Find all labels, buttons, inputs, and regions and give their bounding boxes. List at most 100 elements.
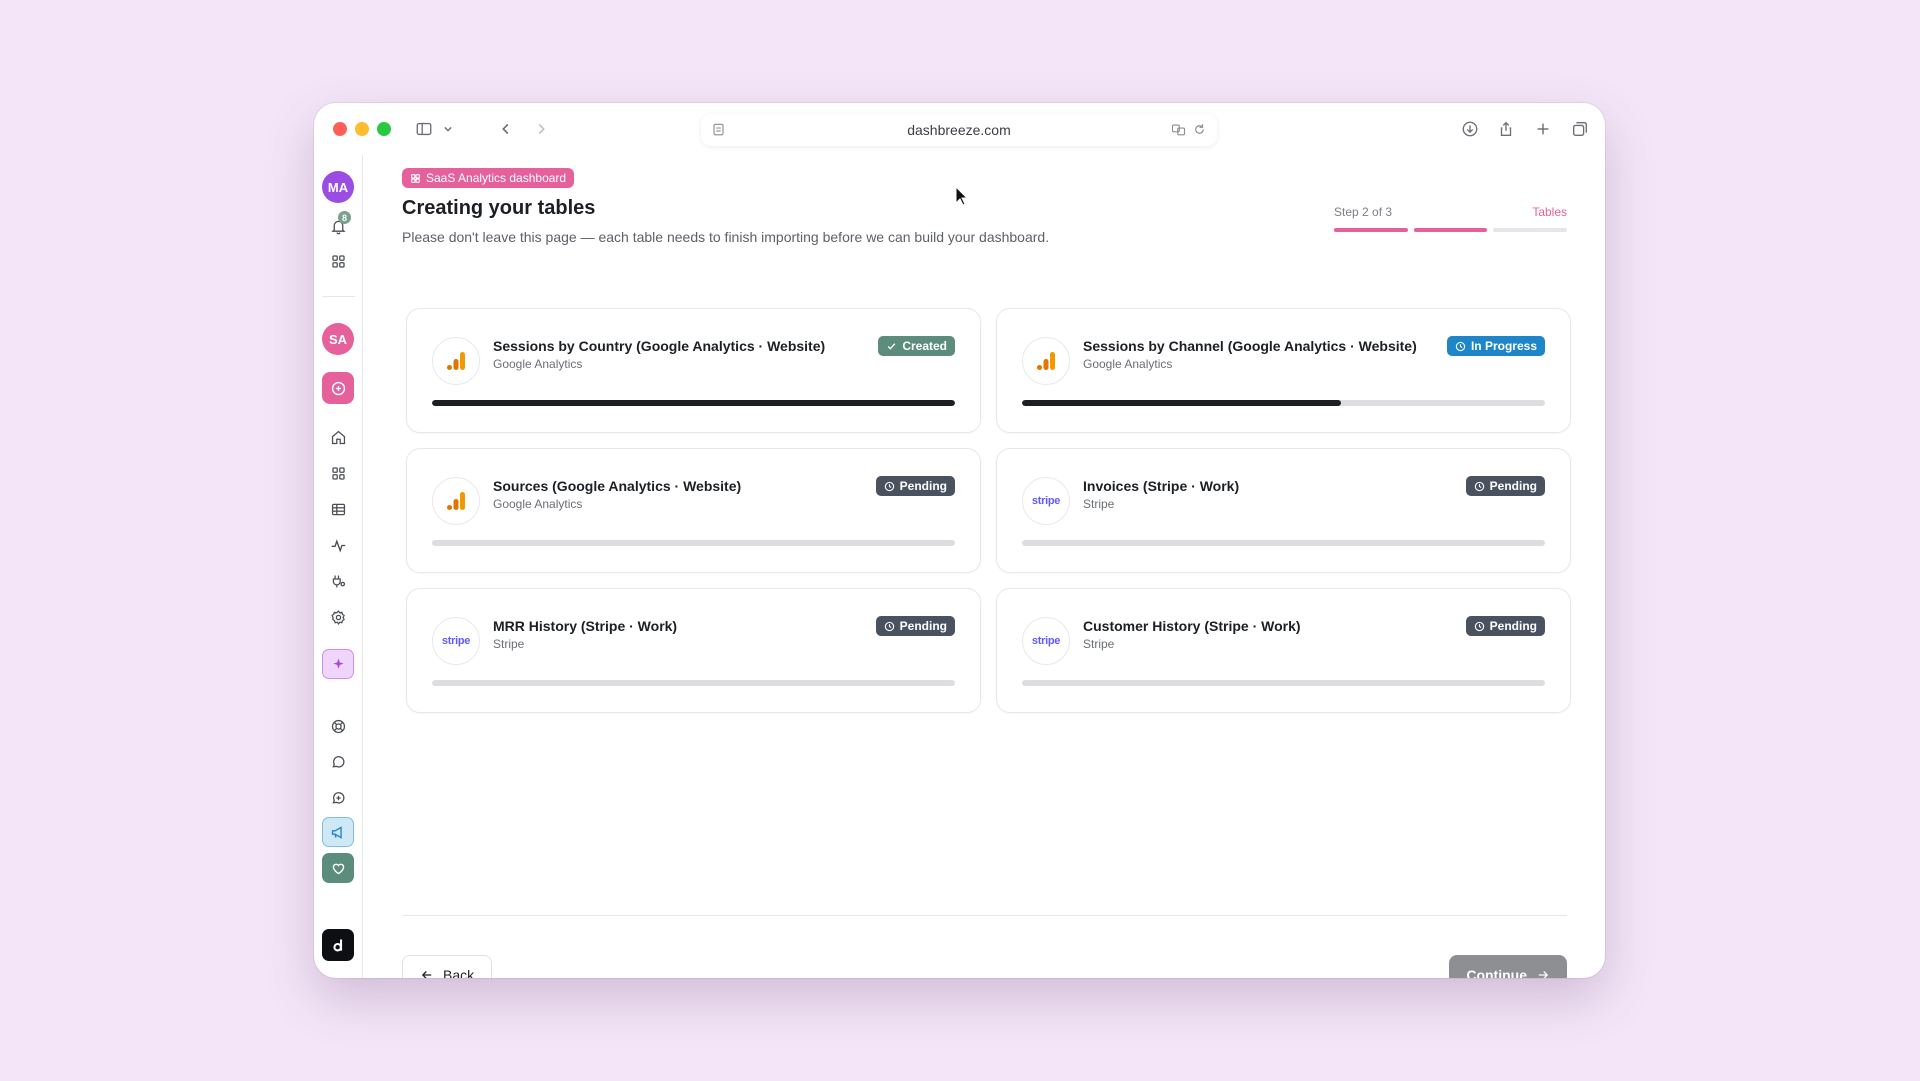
import-progress-bar (432, 680, 955, 686)
back-button[interactable]: Back (402, 955, 493, 978)
downloads-button[interactable] (1458, 117, 1482, 141)
feedback-nav-item[interactable] (321, 782, 355, 814)
user-avatar[interactable]: MA (322, 171, 354, 203)
metrics-nav-item[interactable] (321, 529, 355, 561)
translate-icon[interactable] (1171, 122, 1186, 137)
integrations-nav-item[interactable] (321, 565, 355, 597)
clock-icon (884, 481, 894, 491)
status-badge-in-progress: In Progress (1446, 336, 1545, 356)
clock-icon (1455, 341, 1466, 351)
forward-nav-button[interactable] (529, 117, 553, 141)
chat-nav-item[interactable] (321, 746, 355, 778)
page-subtitle: Please don't leave this page — each tabl… (402, 229, 1050, 245)
table-import-card: Sessions by Country (Google Analytics · … (406, 308, 981, 433)
minimize-window-button[interactable] (355, 122, 369, 136)
google-analytics-icon (447, 492, 465, 510)
home-nav-item[interactable] (321, 421, 355, 453)
table-import-card: stripe MRR History (Stripe · Work) Strip… (406, 588, 981, 713)
main-content: SaaS Analytics dashboard Creating your t… (402, 155, 1571, 978)
chevron-right-icon (538, 123, 545, 135)
table-import-card: Sessions by Channel (Google Analytics · … (996, 308, 1571, 433)
table-source: Stripe (493, 637, 525, 651)
workspace-avatar[interactable]: SA (322, 323, 354, 355)
stripe-icon: stripe (1031, 635, 1061, 647)
step-bars (1334, 228, 1568, 232)
help-nav-item[interactable] (321, 710, 355, 742)
sparkles-icon (332, 658, 344, 669)
stripe-icon: stripe (441, 635, 471, 647)
plus-icon (1537, 123, 1549, 135)
page-menu-icon[interactable] (711, 122, 726, 140)
step-bar (1413, 228, 1488, 232)
ai-assistant-button[interactable] (322, 649, 354, 679)
source-logo: stripe (1022, 477, 1070, 525)
status-badge-pending: Pending (875, 616, 955, 636)
tab-group-dropdown-button[interactable] (440, 117, 456, 141)
dashboards-nav-item[interactable] (321, 457, 355, 489)
source-logo (432, 337, 480, 385)
chat-bubble-icon (331, 755, 344, 768)
back-nav-button[interactable] (494, 117, 518, 141)
google-analytics-icon (1037, 352, 1055, 370)
close-window-button[interactable] (333, 122, 347, 136)
gear-icon (330, 609, 345, 625)
table-source: Google Analytics (1083, 357, 1173, 371)
source-logo (432, 477, 480, 525)
app-logo[interactable] (322, 929, 354, 961)
check-icon (888, 342, 896, 350)
arrow-left-icon (421, 971, 432, 978)
tables-nav-item[interactable] (321, 493, 355, 525)
share-button[interactable] (1494, 117, 1518, 141)
mouse-cursor (955, 186, 969, 206)
clock-icon (1474, 481, 1484, 491)
continue-button[interactable]: Continue (1449, 955, 1567, 978)
clock-icon (884, 621, 894, 631)
sidebar-toggle-button[interactable] (410, 117, 438, 141)
table-title: Sessions by Country (Google Analytics · … (493, 338, 826, 354)
step-progress: Step 2 of 3 Tables (1334, 205, 1568, 232)
tab-overview-button[interactable] (1568, 117, 1592, 141)
create-new-button[interactable] (322, 372, 354, 404)
table-title: MRR History (Stripe · Work) (493, 618, 678, 634)
import-progress-bar (1022, 680, 1545, 686)
status-badge-pending: Pending (1465, 476, 1545, 496)
table-title: Customer History (Stripe · Work) (1083, 618, 1301, 634)
table-import-card: Sources (Google Analytics · Website) Goo… (406, 448, 981, 573)
home-icon (331, 430, 345, 444)
table-import-card: stripe Invoices (Stripe · Work) Stripe P… (996, 448, 1571, 573)
announcements-button[interactable] (322, 817, 354, 847)
arrow-right-icon (1538, 971, 1549, 978)
settings-nav-item[interactable] (321, 601, 355, 633)
apps-button[interactable] (321, 245, 355, 277)
step-bar (1334, 228, 1408, 232)
reload-icon[interactable] (1192, 122, 1207, 137)
favorites-button[interactable] (322, 853, 354, 883)
browser-window: dashbreeze.com MA 8 SA SaaS Analytics da… (314, 103, 1605, 978)
table-source: Stripe (1083, 497, 1115, 511)
import-progress-bar (1022, 540, 1545, 546)
dashboard-template-tag: SaaS Analytics dashboard (402, 168, 575, 188)
message-plus-icon (331, 791, 344, 804)
lifebuoy-icon (331, 719, 345, 733)
table-source: Stripe (1083, 637, 1115, 651)
share-icon (1500, 121, 1512, 136)
notifications-button[interactable]: 8 (321, 210, 355, 242)
maximize-window-button[interactable] (377, 122, 391, 136)
new-tab-button[interactable] (1531, 117, 1555, 141)
plug-icon (332, 575, 345, 587)
dashboard-icon (411, 173, 420, 183)
import-progress-bar (432, 400, 955, 406)
import-progress-bar (1022, 400, 1545, 406)
notification-count-badge: 8 (338, 211, 351, 224)
step-name: Tables (1532, 205, 1567, 219)
heart-icon (332, 863, 344, 874)
step-bar (1493, 228, 1568, 232)
download-icon (1462, 121, 1478, 137)
address-url: dashbreeze.com (907, 122, 1011, 138)
status-badge-pending: Pending (875, 476, 955, 496)
table-icon (331, 503, 345, 515)
table-source: Google Analytics (493, 357, 583, 371)
page-title: Creating your tables (402, 197, 596, 219)
address-bar[interactable]: dashbreeze.com (701, 114, 1217, 146)
import-progress-fill (1022, 400, 1342, 406)
